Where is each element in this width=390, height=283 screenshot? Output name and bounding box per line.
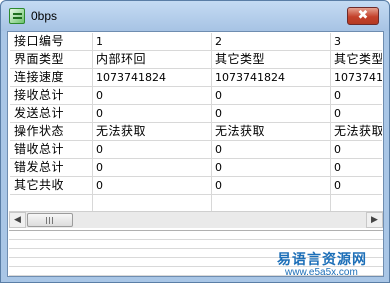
table-cell: 1073741824 bbox=[334, 71, 382, 84]
table-row[interactable]: 其它共收 0 0 0 bbox=[10, 177, 382, 194]
close-button[interactable]: ✖ bbox=[347, 7, 379, 25]
table-row[interactable]: 接口编号 1 2 3 bbox=[10, 33, 382, 50]
grid-row-divider bbox=[10, 194, 382, 195]
table-cell: 0 bbox=[96, 107, 103, 120]
table-row[interactable]: 操作状态 无法获取 无法获取 无法获取 bbox=[10, 123, 382, 140]
table-cell: 0 bbox=[215, 89, 222, 102]
row-label: 操作状态 bbox=[14, 124, 65, 138]
table-cell: 0 bbox=[334, 107, 341, 120]
watermark-url: www.e5a5x.com bbox=[285, 267, 358, 278]
scrollbar-thumb[interactable] bbox=[27, 213, 73, 227]
row-label: 其它共收 bbox=[14, 178, 65, 192]
table-cell: 无法获取 bbox=[215, 124, 266, 138]
table-cell: 0 bbox=[334, 143, 341, 156]
watermark-brand: 易语言资源网 bbox=[277, 252, 367, 268]
table-cell: 1073741824 bbox=[96, 71, 166, 84]
row-label: 连接速度 bbox=[14, 70, 65, 84]
interface-table: 接口编号 1 2 3 界面类型 内部环回 其它类型 其它类型 连接速度 1073… bbox=[10, 33, 382, 211]
app-icon bbox=[9, 8, 25, 24]
table-cell: 无法获取 bbox=[96, 124, 147, 138]
window-title: 0bps bbox=[31, 9, 58, 23]
table-row[interactable]: 发送总计 0 0 0 bbox=[10, 105, 382, 122]
table-cell: 内部环回 bbox=[96, 52, 147, 66]
table-cell: 0 bbox=[334, 179, 341, 192]
table-cell: 其它类型 bbox=[215, 52, 266, 66]
row-label: 错收总计 bbox=[14, 142, 65, 156]
table-cell: 1 bbox=[96, 35, 103, 48]
table-cell: 0 bbox=[96, 143, 103, 156]
table-cell: 0 bbox=[215, 143, 222, 156]
row-label: 错发总计 bbox=[14, 160, 65, 174]
table-cell: 0 bbox=[215, 107, 222, 120]
app-window: 0bps ✖ 接口编号 1 2 3 界面类型 内部环回 其它类型 其它类型 连接… bbox=[0, 0, 390, 283]
client-area: 接口编号 1 2 3 界面类型 内部环回 其它类型 其它类型 连接速度 1073… bbox=[7, 31, 384, 277]
table-cell: 1073741824 bbox=[215, 71, 285, 84]
table-cell: 3 bbox=[334, 35, 341, 48]
title-bar[interactable]: 0bps ✖ bbox=[1, 1, 389, 31]
table-cell: 其它类型 bbox=[334, 52, 382, 66]
row-label: 接收总计 bbox=[14, 88, 65, 102]
grip-icon bbox=[46, 217, 55, 224]
row-label: 发送总计 bbox=[14, 106, 65, 120]
table-row[interactable]: 界面类型 内部环回 其它类型 其它类型 bbox=[10, 51, 382, 68]
table-row[interactable]: 错收总计 0 0 0 bbox=[10, 141, 382, 158]
table-row[interactable]: 连接速度 1073741824 1073741824 1073741824 bbox=[10, 69, 382, 86]
table-cell: 0 bbox=[96, 89, 103, 102]
horizontal-scrollbar[interactable]: ◀ ▶ bbox=[9, 211, 383, 228]
scroll-left-arrow-icon[interactable]: ◀ bbox=[9, 212, 26, 228]
table-cell: 0 bbox=[215, 161, 222, 174]
table-row[interactable]: 接收总计 0 0 0 bbox=[10, 87, 382, 104]
table-cell: 0 bbox=[334, 161, 341, 174]
table-cell: 0 bbox=[96, 179, 103, 192]
table-cell: 无法获取 bbox=[334, 124, 382, 138]
table-cell: 0 bbox=[215, 179, 222, 192]
table-cell: 0 bbox=[96, 161, 103, 174]
row-label: 界面类型 bbox=[14, 52, 65, 66]
table-cell: 2 bbox=[215, 35, 222, 48]
row-label: 接口编号 bbox=[14, 34, 65, 48]
table-row[interactable]: 错发总计 0 0 0 bbox=[10, 159, 382, 176]
scroll-right-arrow-icon[interactable]: ▶ bbox=[366, 212, 383, 228]
table-cell: 0 bbox=[334, 89, 341, 102]
